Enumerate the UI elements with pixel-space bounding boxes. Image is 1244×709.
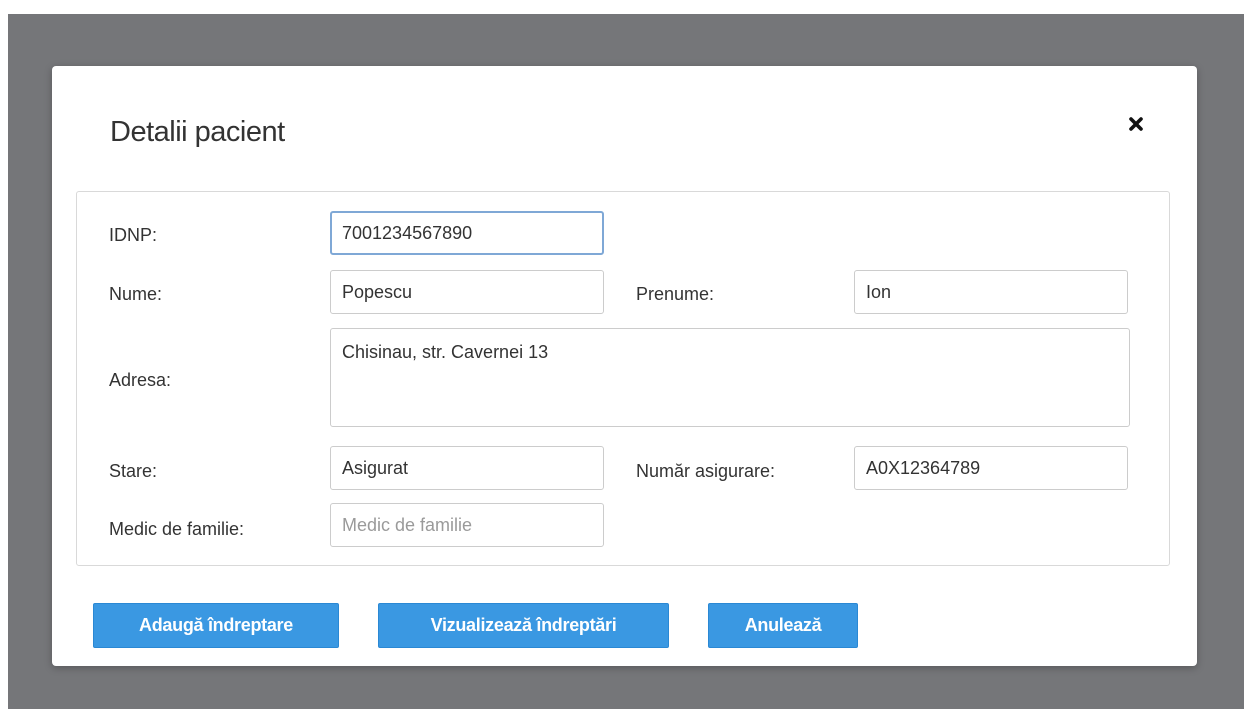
adresa-field[interactable]: Chisinau, str. Cavernei 13 <box>330 328 1130 427</box>
patient-form: IDNP: Nume: Prenume: Adresa: Chisinau, s… <box>76 191 1170 566</box>
medic-familie-field[interactable] <box>330 503 604 547</box>
nume-field[interactable] <box>330 270 604 314</box>
prenume-field[interactable] <box>854 270 1128 314</box>
nume-label: Nume: <box>109 284 163 304</box>
dialog-title: Detalii pacient <box>110 116 285 148</box>
numar-asigurare-field[interactable] <box>854 446 1128 490</box>
numar-asigurare-label: Număr asigurare: <box>636 461 776 481</box>
close-icon <box>1129 117 1143 131</box>
patient-details-dialog: Detalii pacient IDNP: Nume: Prenume: Adr… <box>52 66 1197 666</box>
close-button[interactable] <box>1122 110 1150 138</box>
idnp-field[interactable] <box>330 211 604 255</box>
adresa-label: Adresa: <box>109 370 172 390</box>
medic-familie-label: Medic de familie: <box>109 519 245 539</box>
prenume-label: Prenume: <box>636 284 715 304</box>
view-referrals-button[interactable]: Vizualizează îndreptări <box>378 603 669 648</box>
add-referral-button[interactable]: Adaugă îndreptare <box>93 603 339 648</box>
stare-field[interactable] <box>330 446 604 490</box>
cancel-button[interactable]: Anulează <box>708 603 858 648</box>
idnp-label: IDNP: <box>109 225 158 245</box>
stare-label: Stare: <box>109 461 158 481</box>
